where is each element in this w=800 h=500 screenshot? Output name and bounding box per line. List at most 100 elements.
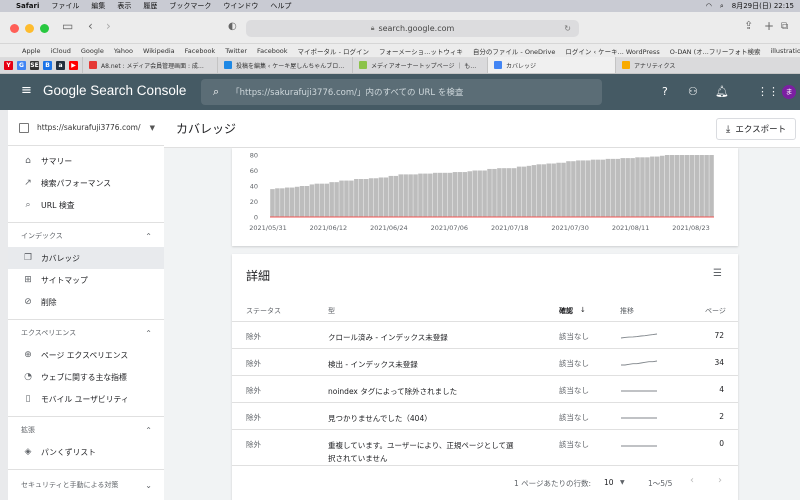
minimize-window-button[interactable] [25,24,34,33]
app-brand[interactable]: Google Search Console [43,83,186,98]
sidebar-item-summary[interactable]: ⌂ サマリー [8,150,164,172]
rows-per-page-label: 1 ページあたりの行数: [514,479,592,488]
menu-bookmarks[interactable]: ブックマーク [169,1,211,11]
section-header-experience[interactable]: エクスペリエンス ⌃ [8,322,164,344]
menu-view[interactable]: 表示 [117,1,131,11]
table-row[interactable]: 除外 クロール済み - インデックス未登録 該当なし 72 [232,322,738,349]
reload-icon[interactable]: ↻ [564,24,571,33]
forward-icon[interactable]: › [106,19,111,33]
download-icon: ⤓ [725,123,731,135]
bookmark-item[interactable]: Apple [22,47,41,55]
pinned-tab-icon[interactable]: G [17,60,26,70]
next-page-icon[interactable]: › [718,475,722,486]
chart-bar [551,163,556,217]
bookmark-item[interactable]: iCloud [51,47,71,55]
browser-tab[interactable]: A8.net : メディア会員管理画面 : 成… [82,57,217,73]
bookmark-item[interactable]: Yahoo [114,47,133,55]
search-placeholder: 「https://sakurafuji3776.com/」内のすべての URL … [231,88,464,98]
sidebar-item-page-experience[interactable]: ⊕ ページ エクスペリエンス [8,344,164,366]
search-spotlight-icon[interactable]: ⌕ [720,2,724,11]
sidebar-item-performance[interactable]: ↗ 検索パフォーマンス [8,172,164,194]
menu-icon[interactable]: ≡ [21,84,33,97]
chart-bar [428,173,433,217]
chart-bar [270,189,275,217]
chart-bar [546,163,551,217]
bookmark-item[interactable]: Google [81,47,104,55]
export-button[interactable]: ⤓ エクスポート [716,118,796,140]
apps-grid-icon[interactable]: ⋮⋮ [757,85,779,98]
pinned-tab-icon[interactable]: B [43,60,52,70]
sidebar-item-core-web-vitals[interactable]: ◔ ウェブに関する主な指標 [8,366,164,388]
tab-strip: Y G SE Ba ▶ A8.net : メディア会員管理画面 : 成… 投稿を編集 ‹… [0,57,800,74]
privacy-shield-icon[interactable]: ◐ [228,21,237,32]
bookmark-item[interactable]: 自分のファイル - OneDrive [473,46,556,56]
chevron-down-icon[interactable]: ▼ [620,479,625,486]
bookmark-item[interactable]: ログイン ‹ ケーキ... WordPress [565,46,659,56]
section-header-index[interactable]: インデックス ⌃ [8,225,164,247]
avatar[interactable]: ま [782,85,796,99]
pinned-tab-icon[interactable]: a [56,60,65,70]
table-row[interactable]: 除外 noindex タグによって除外されました 該当なし 4 [232,376,738,403]
browser-tab-active[interactable]: カバレッジ [487,57,615,73]
menu-window[interactable]: ウインドウ [223,1,258,11]
column-header-type[interactable]: 型 [328,306,335,316]
chart-bar [669,155,675,217]
notifications-icon[interactable]: 🔔︎ [715,85,729,98]
bookmark-item[interactable]: Facebook [257,47,288,55]
column-header-status[interactable]: ステータス [246,306,281,316]
table-row[interactable]: 除外 検出 - インデックス未登録 該当なし 34 [232,349,738,376]
share-icon[interactable]: ⇪ [744,19,753,32]
bookmark-item[interactable]: Twitter [225,47,247,55]
chart-bar [531,165,537,217]
column-header-confirm[interactable]: 確認 [559,306,573,316]
help-icon[interactable]: ? [662,85,668,98]
menu-history[interactable]: 履歴 [143,1,157,11]
wifi-icon[interactable]: ◠ [706,2,712,10]
browser-tab[interactable]: アナリティクス [615,57,743,73]
pinned-tab-icon[interactable]: SE [30,60,39,70]
chart-bar [635,157,640,217]
zoom-window-button[interactable] [40,24,49,33]
filter-icon[interactable]: ☰ [713,268,722,279]
bookmark-item[interactable]: O-DAN (オ...フリーフォト検索 [670,46,761,56]
rows-per-page-select[interactable]: 10 [604,478,614,487]
bookmark-item[interactable]: illustrations | unDraw [770,47,800,55]
close-window-button[interactable] [10,24,19,33]
menu-help[interactable]: ヘルプ [270,1,291,11]
table-row[interactable]: 除外 見つかりませんでした（404） 該当なし 2 [232,403,738,430]
sidebar-item-coverage[interactable]: ❐ カバレッジ [8,247,164,269]
pinned-tab-icon[interactable]: ▶ [69,60,78,70]
property-selector[interactable]: https://sakurafuji3776.com/ ▼ [8,110,164,146]
bookmark-item[interactable]: マイポータル - ログイン [298,46,369,56]
tab-overview-icon[interactable]: ⧉ [781,21,788,32]
sidebar-item-breadcrumbs[interactable]: ◈ パンくずリスト [8,441,164,463]
address-bar[interactable]: 🔒︎ search.google.com ↻ [246,20,579,37]
pinned-tab-icon[interactable]: Y [4,60,13,70]
new-tab-icon[interactable]: + [764,19,774,33]
sidebar-item-removals[interactable]: ⊘ 削除 [8,291,164,313]
browser-tab[interactable]: 投稿を編集 ‹ ケーキ屋しんちゃんブロ… [217,57,352,73]
sidebar-toggle-icon[interactable]: ▭ [62,19,73,33]
sort-arrow-down-icon[interactable]: ↓ [580,306,586,314]
menu-app-name[interactable]: Safari [16,2,39,10]
section-header-security[interactable]: セキュリティと手動による対策 ⌄ [8,474,164,496]
back-icon[interactable]: ‹ [88,19,93,33]
chart-bar [571,161,576,217]
column-header-pages[interactable]: ページ [705,306,726,316]
section-header-enhancements[interactable]: 拡張 ⌃ [8,419,164,441]
manage-users-icon[interactable]: ⚇ [688,85,698,98]
menu-file[interactable]: ファイル [51,1,79,11]
sidebar-item-sitemaps[interactable]: ⊞ サイトマップ [8,269,164,291]
menu-edit[interactable]: 編集 [91,1,105,11]
sidebar-item-url-inspection[interactable]: ⌕ URL 検査 [8,194,164,216]
sidebar-item-mobile-usability[interactable]: ▯ モバイル ユーザビリティ [8,388,164,410]
column-header-trend[interactable]: 推移 [620,306,634,316]
bookmark-item[interactable]: フォーメーショ...ットウィキ [379,46,463,56]
url-inspect-search[interactable]: ⌕ 「https://sakurafuji3776.com/」内のすべての UR… [201,79,602,105]
menubar-clock[interactable]: 8月29日(日) 22:15 [732,1,794,11]
browser-tab[interactable]: メディアオーナートップページ ｜ も… [352,57,487,73]
prev-page-icon[interactable]: ‹ [690,475,694,486]
bookmark-item[interactable]: Wikipedia [143,47,175,55]
table-row[interactable]: 除外 重複しています。ユーザーにより、正規ページとして選 択されていません 該当なし 0 [232,430,738,466]
bookmark-item[interactable]: Facebook [185,47,216,55]
